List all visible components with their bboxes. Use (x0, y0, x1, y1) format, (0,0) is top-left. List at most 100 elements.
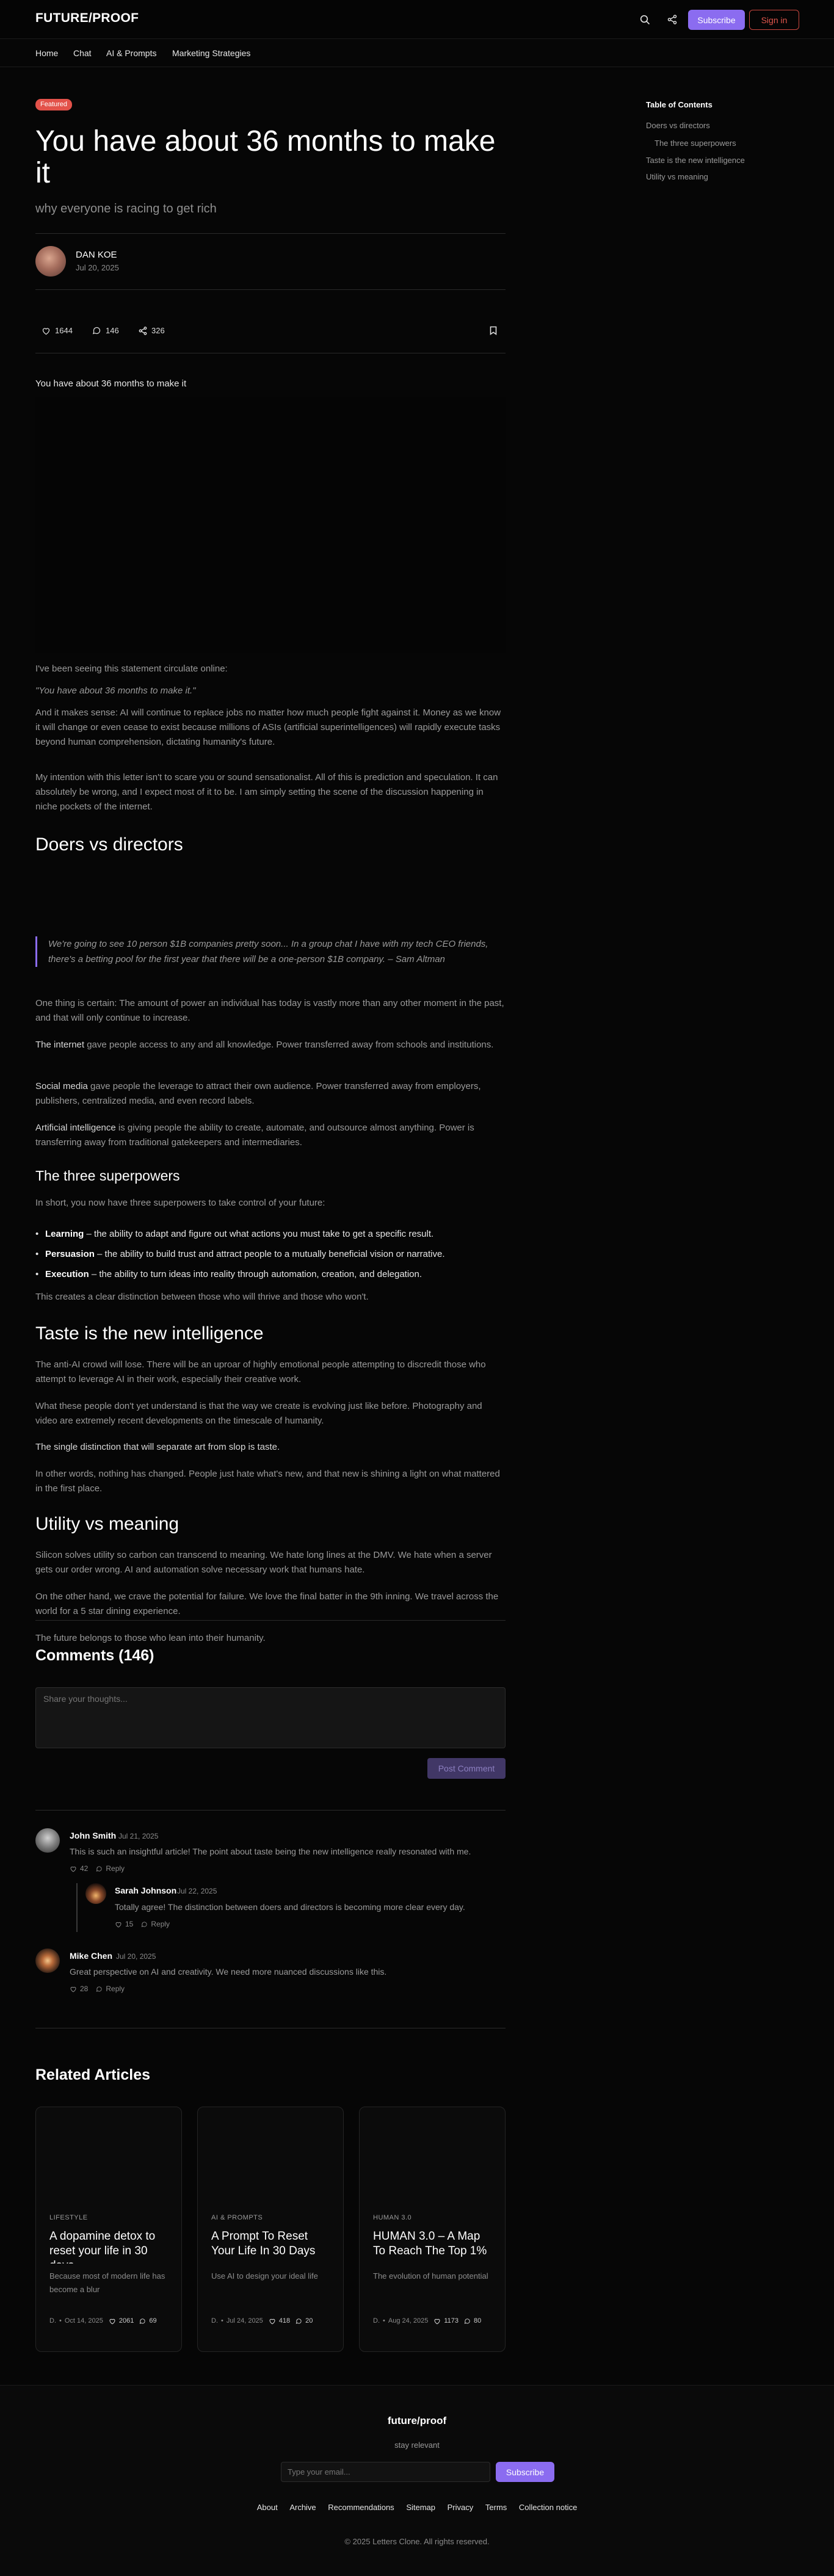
toc-item-utility[interactable]: Utility vs meaning (646, 172, 708, 181)
paragraph: Artificial intelligence is giving people… (35, 1121, 506, 1150)
sign-in-button[interactable]: Sign in (749, 10, 799, 30)
author-avatar[interactable] (35, 246, 66, 277)
card-author: D. (211, 2317, 218, 2325)
comment-text: Totally agree! The distinction between d… (115, 1902, 465, 1912)
list-item-text: – the ability to adapt and figure out wh… (84, 1229, 434, 1239)
comment-text: Great perspective on AI and creativity. … (70, 1967, 387, 1977)
comment-text: This is such an insightful article! The … (70, 1847, 471, 1856)
paragraph: On the other hand, we crave the potentia… (35, 1591, 499, 1616)
avatar[interactable] (85, 1883, 106, 1904)
toc-item-doers[interactable]: Doers vs directors (646, 121, 710, 130)
footer-link-recommendations[interactable]: Recommendations (328, 2503, 394, 2512)
comment-input[interactable] (35, 1687, 506, 1748)
commenter-name[interactable]: John Smith (70, 1831, 116, 1840)
share-count: 326 (151, 326, 165, 335)
like-count: 1644 (55, 326, 73, 335)
paragraph: The internet gave people access to any a… (35, 1038, 506, 1052)
list-item-text: – the ability to turn ideas into reality… (89, 1269, 422, 1279)
comment-actions: 28 Reply (70, 1984, 125, 1993)
reply-thread-line (76, 1883, 78, 1932)
paragraph: My intention with this letter isn't to s… (35, 772, 498, 812)
reply-button[interactable]: Reply (151, 1920, 170, 1928)
card-title[interactable]: HUMAN 3.0 – A Map To Reach The Top 1% (373, 2229, 495, 2263)
card-category: LIFESTYLE (49, 2214, 88, 2221)
heart-icon[interactable] (70, 1986, 77, 1992)
comment-icon (296, 2318, 302, 2324)
article-subtitle: why everyone is racing to get rich (35, 202, 217, 215)
comment-actions: 15 Reply (115, 1920, 170, 1928)
comment-button[interactable]: 146 (92, 326, 119, 335)
commenter-name[interactable]: Sarah Johnson (115, 1886, 176, 1895)
card-comment-count: 69 (149, 2317, 157, 2325)
card-date: Aug 24, 2025 (388, 2317, 429, 2325)
term: Artificial intelligence (35, 1123, 116, 1133)
superpowers-list: Learning – the ability to adapt and figu… (35, 1224, 506, 1284)
share-button[interactable]: 326 (139, 326, 165, 335)
category-nav: Home Chat AI & Prompts Marketing Strateg… (0, 39, 834, 67)
heading-doers-vs-directors: Doers vs directors (35, 834, 183, 855)
avatar[interactable] (35, 1948, 60, 1973)
copyright: © 2025 Letters Clone. All rights reserve… (344, 2537, 490, 2546)
share-icon[interactable] (665, 13, 679, 26)
heading-utility: Utility vs meaning (35, 1514, 179, 1534)
divider (35, 233, 506, 234)
paragraph: In short, you now have three superpowers… (35, 1198, 325, 1208)
list-item-text: – the ability to build trust and attract… (94, 1249, 445, 1259)
bookmark-icon[interactable] (490, 326, 497, 338)
footer-link-collection-notice[interactable]: Collection notice (519, 2503, 577, 2512)
comment-icon (464, 2318, 470, 2324)
reply-button[interactable]: Reply (106, 1864, 125, 1873)
nav-marketing-strategies[interactable]: Marketing Strategies (172, 48, 250, 58)
comment-date: Jul 21, 2025 (118, 1832, 159, 1840)
toc-item-taste[interactable]: Taste is the new intelligence (646, 156, 745, 165)
related-article-card[interactable]: HUMAN 3.0 HUMAN 3.0 – A Map To Reach The… (359, 2107, 506, 2352)
post-comment-button[interactable]: Post Comment (427, 1758, 506, 1779)
heading-three-superpowers: The three superpowers (35, 1168, 180, 1184)
subscribe-button[interactable]: Subscribe (688, 10, 745, 30)
reply-icon[interactable] (96, 1986, 103, 1992)
related-article-card[interactable]: LIFESTYLE A dopamine detox to reset your… (35, 2107, 182, 2352)
heart-icon[interactable] (70, 1865, 77, 1872)
separator-dot: • (383, 2317, 385, 2325)
site-logo[interactable]: FUTURE/PROOF (35, 11, 139, 26)
article-title: You have about 36 months to make it (35, 125, 496, 189)
search-icon[interactable] (638, 13, 651, 26)
footer-link-archive[interactable]: Archive (289, 2503, 316, 2512)
avatar[interactable] (35, 1828, 60, 1853)
footer-link-sitemap[interactable]: Sitemap (406, 2503, 435, 2512)
intro-text: You have about 36 months to make it (35, 378, 187, 389)
footer-tagline: stay relevant (394, 2440, 440, 2450)
nav-home[interactable]: Home (35, 48, 58, 58)
reply-button[interactable]: Reply (106, 1984, 125, 1993)
toc-item-superpowers[interactable]: The three superpowers (655, 139, 736, 148)
author-name[interactable]: DAN KOE (76, 250, 117, 260)
footer-link-privacy[interactable]: Privacy (448, 2503, 474, 2512)
like-button[interactable]: 1644 (42, 326, 73, 335)
card-category: HUMAN 3.0 (373, 2214, 412, 2221)
footer-link-terms[interactable]: Terms (485, 2503, 507, 2512)
heart-icon (42, 327, 50, 335)
card-title[interactable]: A Prompt To Reset Your Life In 30 Days (211, 2229, 333, 2263)
heart-icon[interactable] (115, 1921, 122, 1928)
commenter-name[interactable]: Mike Chen (70, 1951, 112, 1961)
card-description: Use AI to design your ideal life (211, 2271, 318, 2281)
separator-dot: • (59, 2317, 62, 2325)
card-comment-count: 20 (305, 2317, 313, 2325)
divider (35, 1620, 506, 1621)
footer-link-about[interactable]: About (257, 2503, 278, 2512)
footer-brand: future/proof (387, 2415, 447, 2426)
footer-subscribe-button[interactable]: Subscribe (496, 2462, 554, 2482)
reply-icon[interactable] (141, 1921, 148, 1928)
reply-icon[interactable] (96, 1865, 103, 1872)
comment-like-count: 42 (80, 1864, 89, 1873)
list-item: Execution – the ability to turn ideas in… (35, 1264, 506, 1284)
paragraph: What these people don't yet understand i… (35, 1401, 482, 1426)
email-field[interactable] (281, 2462, 490, 2482)
paragraph: Silicon solves utility so carbon can tra… (35, 1550, 492, 1575)
comment-date: Jul 20, 2025 (116, 1952, 156, 1961)
card-title[interactable]: A dopamine detox to reset your life in 3… (49, 2229, 172, 2263)
nav-ai-prompts[interactable]: AI & Prompts (106, 48, 156, 58)
related-article-card[interactable]: AI & PROMPTS A Prompt To Reset Your Life… (197, 2107, 344, 2352)
comment-like-count: 15 (125, 1920, 134, 1928)
nav-chat[interactable]: Chat (73, 48, 92, 58)
